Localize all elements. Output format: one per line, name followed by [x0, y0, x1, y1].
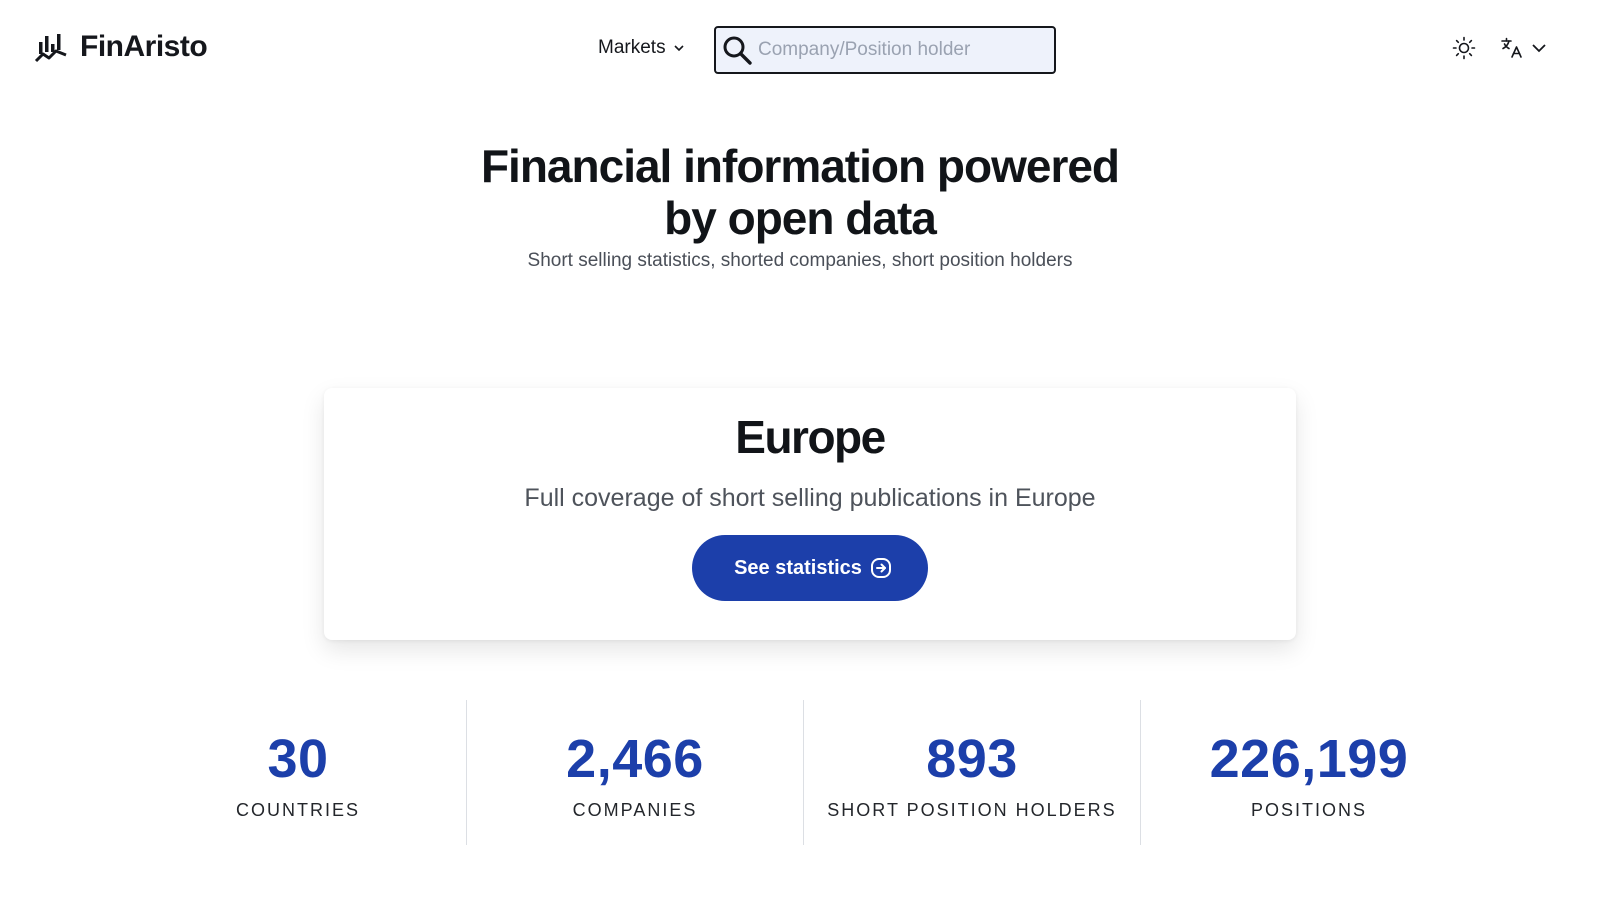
chevron-down-icon: [672, 41, 686, 55]
stat-companies: 2,466 COMPANIES: [467, 700, 803, 845]
markets-label: Markets: [598, 37, 666, 58]
stat-value: 226,199: [1209, 729, 1409, 789]
stat-label: COUNTRIES: [235, 800, 360, 820]
stat-value: 30: [267, 729, 329, 789]
card-title: Europe: [735, 411, 886, 463]
brand-logo[interactable]: FinAristo: [34, 30, 208, 64]
see-statistics-label: See statistics: [734, 556, 862, 579]
stat-short-position-holders: 893 SHORT POSITION HOLDERS: [804, 700, 1140, 845]
card-description: Full coverage of short selling publicati…: [524, 484, 1096, 512]
stat-label: COMPANIES: [572, 800, 698, 820]
stat-value: 893: [926, 729, 1018, 789]
sun-icon: [1452, 36, 1476, 65]
stat-value: 2,466: [566, 729, 704, 789]
chart-bars-icon: [34, 30, 68, 64]
europe-card: Europe Full coverage of short selling pu…: [324, 388, 1296, 640]
language-selector[interactable]: [1500, 36, 1548, 65]
arrow-right-circle-icon: [870, 557, 892, 579]
hero-subtitle: Short selling statistics, shorted compan…: [527, 250, 1073, 271]
stat-label: SHORT POSITION HOLDERS: [827, 800, 1117, 820]
markets-dropdown[interactable]: Markets: [598, 37, 686, 59]
stat-countries: 30 COUNTRIES: [130, 700, 466, 845]
hero-title: Financial information powered by open da…: [480, 140, 1120, 244]
search-icon: [720, 33, 754, 67]
see-statistics-button[interactable]: See statistics: [692, 535, 928, 601]
search-input[interactable]: [758, 39, 1048, 61]
theme-toggle-button[interactable]: [1450, 36, 1478, 64]
top-navigation: FinAristo Markets: [0, 0, 1600, 100]
brand-name: FinAristo: [80, 30, 208, 63]
search-box[interactable]: [714, 26, 1056, 74]
stat-positions: 226,199 POSITIONS: [1141, 700, 1477, 845]
stats-section: 30 COUNTRIES 2,466 COMPANIES 893 SHORT P…: [0, 700, 1600, 845]
translate-icon: [1500, 36, 1524, 65]
stat-label: POSITIONS: [1250, 800, 1367, 820]
chevron-down-icon: [1530, 39, 1548, 62]
hero-section: Financial information powered by open da…: [0, 140, 1600, 272]
